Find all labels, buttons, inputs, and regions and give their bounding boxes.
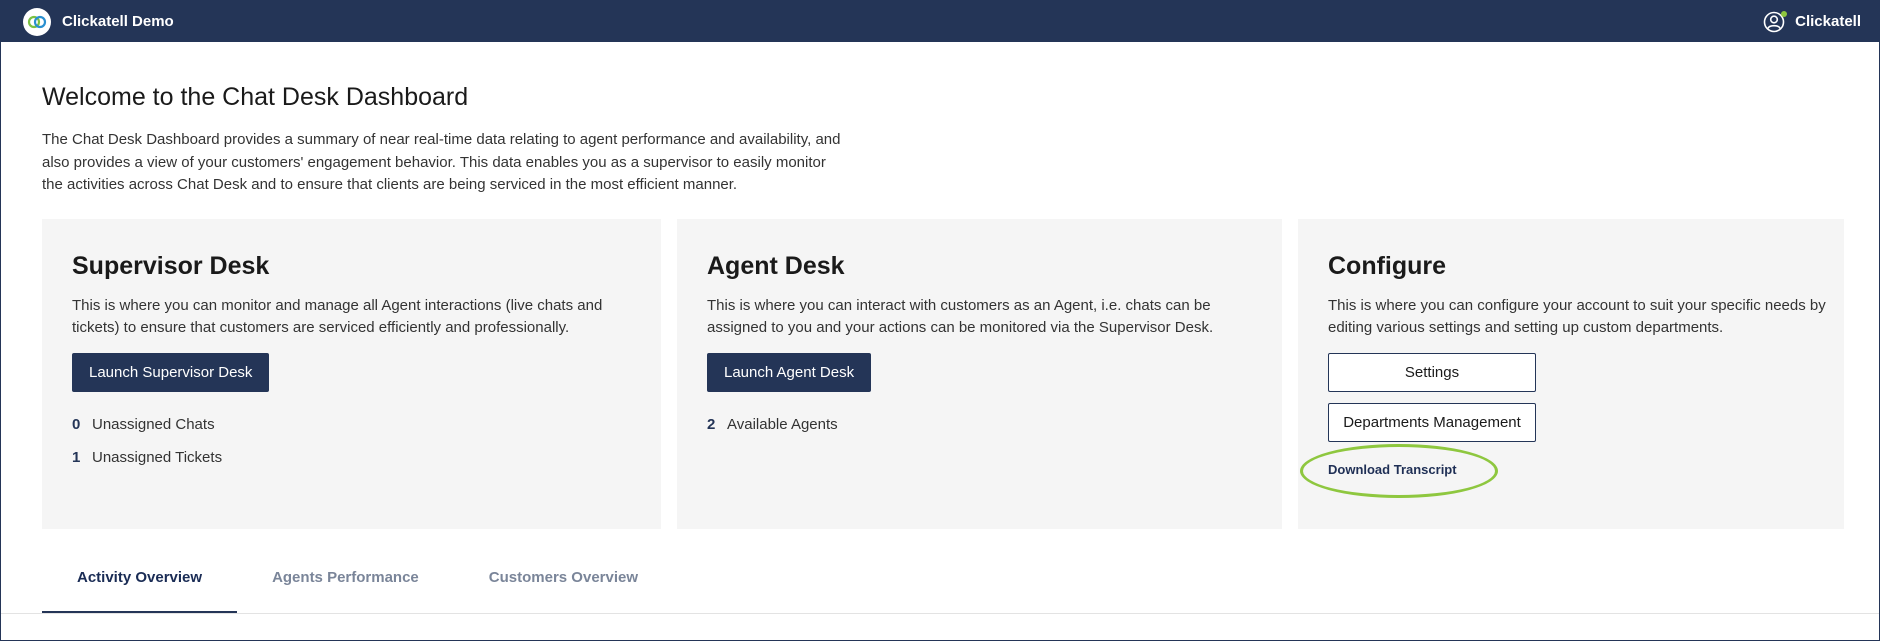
card-title: Supervisor Desk [72, 252, 270, 280]
configure-card: Configure This is where you can configur… [1298, 219, 1844, 529]
tab-customers-overview[interactable]: Customers Overview [454, 561, 673, 614]
stat-value: 0 [72, 416, 81, 433]
app-title: Clickatell Demo [62, 13, 174, 30]
stat-unassigned-tickets: 1 Unassigned Tickets [72, 449, 222, 466]
stat-value: 1 [72, 449, 81, 466]
settings-button[interactable]: Settings [1328, 353, 1536, 392]
stat-value: 2 [707, 416, 716, 433]
tab-activity-overview[interactable]: Activity Overview [42, 561, 238, 614]
launch-agent-desk-button[interactable]: Launch Agent Desk [707, 353, 872, 392]
tabs-divider [1, 613, 1879, 614]
top-navigation-bar: Clickatell Demo Clickatell [1, 1, 1879, 42]
stat-label: Unassigned Chats [92, 416, 215, 433]
card-title: Configure [1328, 252, 1447, 280]
dashboard-tabs: Activity Overview Agents Performance Cus… [42, 561, 673, 614]
card-description: This is where you can interact with cust… [707, 297, 1214, 336]
card-title: Agent Desk [707, 252, 845, 280]
stat-available-agents: 2 Available Agents [707, 416, 838, 433]
card-description: This is where you can monitor and manage… [72, 297, 603, 336]
download-transcript-link[interactable]: Download Transcript [1328, 462, 1457, 477]
agent-desk-card: Agent Desk This is where you can interac… [677, 219, 1282, 529]
stat-unassigned-chats: 0 Unassigned Chats [72, 416, 215, 433]
intro-description: The Chat Desk Dashboard provides a summa… [42, 131, 841, 193]
user-menu[interactable]: Clickatell [1763, 1, 1861, 42]
online-status-dot [1781, 10, 1788, 17]
supervisor-desk-card: Supervisor Desk This is where you can mo… [42, 219, 661, 529]
card-description: This is where you can configure your acc… [1328, 297, 1826, 336]
page-title: Welcome to the Chat Desk Dashboard [42, 83, 469, 111]
user-account-icon[interactable] [1763, 10, 1788, 33]
clickatell-logo-icon[interactable] [23, 8, 51, 36]
stat-label: Available Agents [727, 416, 838, 433]
stat-label: Unassigned Tickets [92, 449, 223, 466]
tab-agents-performance[interactable]: Agents Performance [237, 561, 454, 614]
user-name[interactable]: Clickatell [1795, 13, 1861, 30]
departments-management-button[interactable]: Departments Management [1328, 403, 1536, 442]
launch-supervisor-desk-button[interactable]: Launch Supervisor Desk [72, 353, 270, 392]
